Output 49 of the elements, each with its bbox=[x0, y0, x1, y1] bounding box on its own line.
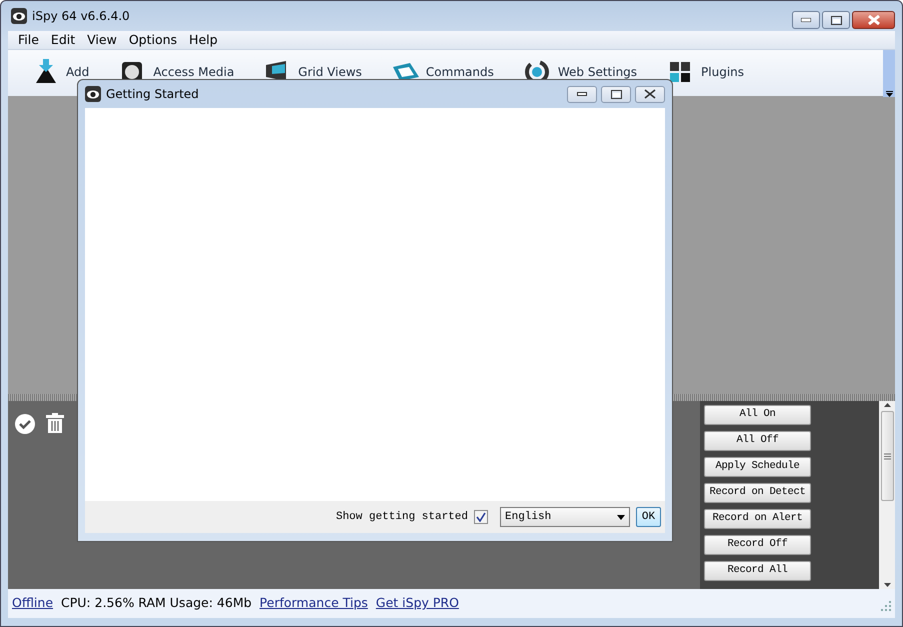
window-title: iSpy 64 v6.6.4.0 bbox=[32, 8, 130, 25]
check-circle-icon[interactable] bbox=[14, 413, 36, 435]
minimize-icon bbox=[577, 92, 587, 96]
check-icon bbox=[476, 512, 486, 522]
checkbox-label: Show getting started bbox=[336, 510, 468, 525]
menu-item[interactable]: File bbox=[12, 30, 45, 50]
toolbar-button[interactable]: Add bbox=[32, 59, 90, 87]
dropdown-caret-icon bbox=[617, 514, 625, 520]
command-button[interactable]: Apply Schedule bbox=[704, 457, 811, 477]
status-link[interactable]: Offline bbox=[12, 594, 54, 613]
command-button[interactable]: Record on Detect bbox=[704, 483, 811, 503]
close-icon bbox=[868, 15, 880, 25]
menu-item[interactable]: View bbox=[81, 30, 123, 50]
menu-item[interactable]: Options bbox=[122, 30, 184, 50]
maximize-button[interactable] bbox=[601, 86, 631, 102]
checkbox[interactable] bbox=[474, 510, 488, 524]
grip-icon bbox=[884, 452, 890, 460]
menu-item[interactable]: Edit bbox=[44, 30, 82, 50]
language-dropdown[interactable]: English bbox=[500, 507, 630, 527]
close-button[interactable] bbox=[635, 86, 665, 102]
maximize-button[interactable] bbox=[822, 11, 850, 29]
command-button[interactable]: Record Off bbox=[704, 535, 811, 555]
command-button[interactable]: Record All bbox=[704, 561, 811, 581]
maximize-icon bbox=[610, 90, 622, 98]
toolbar-overflow-icon[interactable] bbox=[886, 91, 892, 97]
maximize-icon bbox=[830, 16, 842, 24]
menu-item[interactable]: Help bbox=[183, 30, 224, 50]
status-text: CPU: 2.56% RAM Usage: 46Mb bbox=[61, 594, 252, 612]
command-button[interactable]: All Off bbox=[704, 431, 811, 451]
toolbar-button[interactable]: Web Settings bbox=[524, 59, 638, 87]
ok-button[interactable]: OK bbox=[636, 507, 661, 527]
resize-grip-icon[interactable] bbox=[881, 600, 891, 611]
app-logo-icon bbox=[85, 86, 101, 102]
trash-icon[interactable] bbox=[46, 413, 64, 433]
command-button[interactable]: All On bbox=[704, 405, 811, 425]
app-logo-icon bbox=[11, 8, 27, 24]
scrollbar-thumb[interactable] bbox=[880, 411, 894, 501]
status-link[interactable]: Performance Tips bbox=[260, 594, 368, 613]
scroll-up-icon[interactable] bbox=[884, 401, 890, 409]
minimize-icon bbox=[801, 18, 811, 22]
minimize-button[interactable] bbox=[792, 11, 820, 29]
toolbar-button[interactable]: Plugins bbox=[667, 59, 744, 87]
dialog-title: Getting Started bbox=[106, 86, 199, 103]
minimize-button[interactable] bbox=[567, 86, 597, 102]
close-icon bbox=[644, 89, 656, 99]
status-link[interactable]: Get iSpy PRO bbox=[376, 594, 459, 613]
command-button[interactable]: Record on Alert bbox=[704, 509, 811, 529]
close-button[interactable] bbox=[852, 11, 895, 29]
scroll-down-icon[interactable] bbox=[884, 581, 890, 589]
